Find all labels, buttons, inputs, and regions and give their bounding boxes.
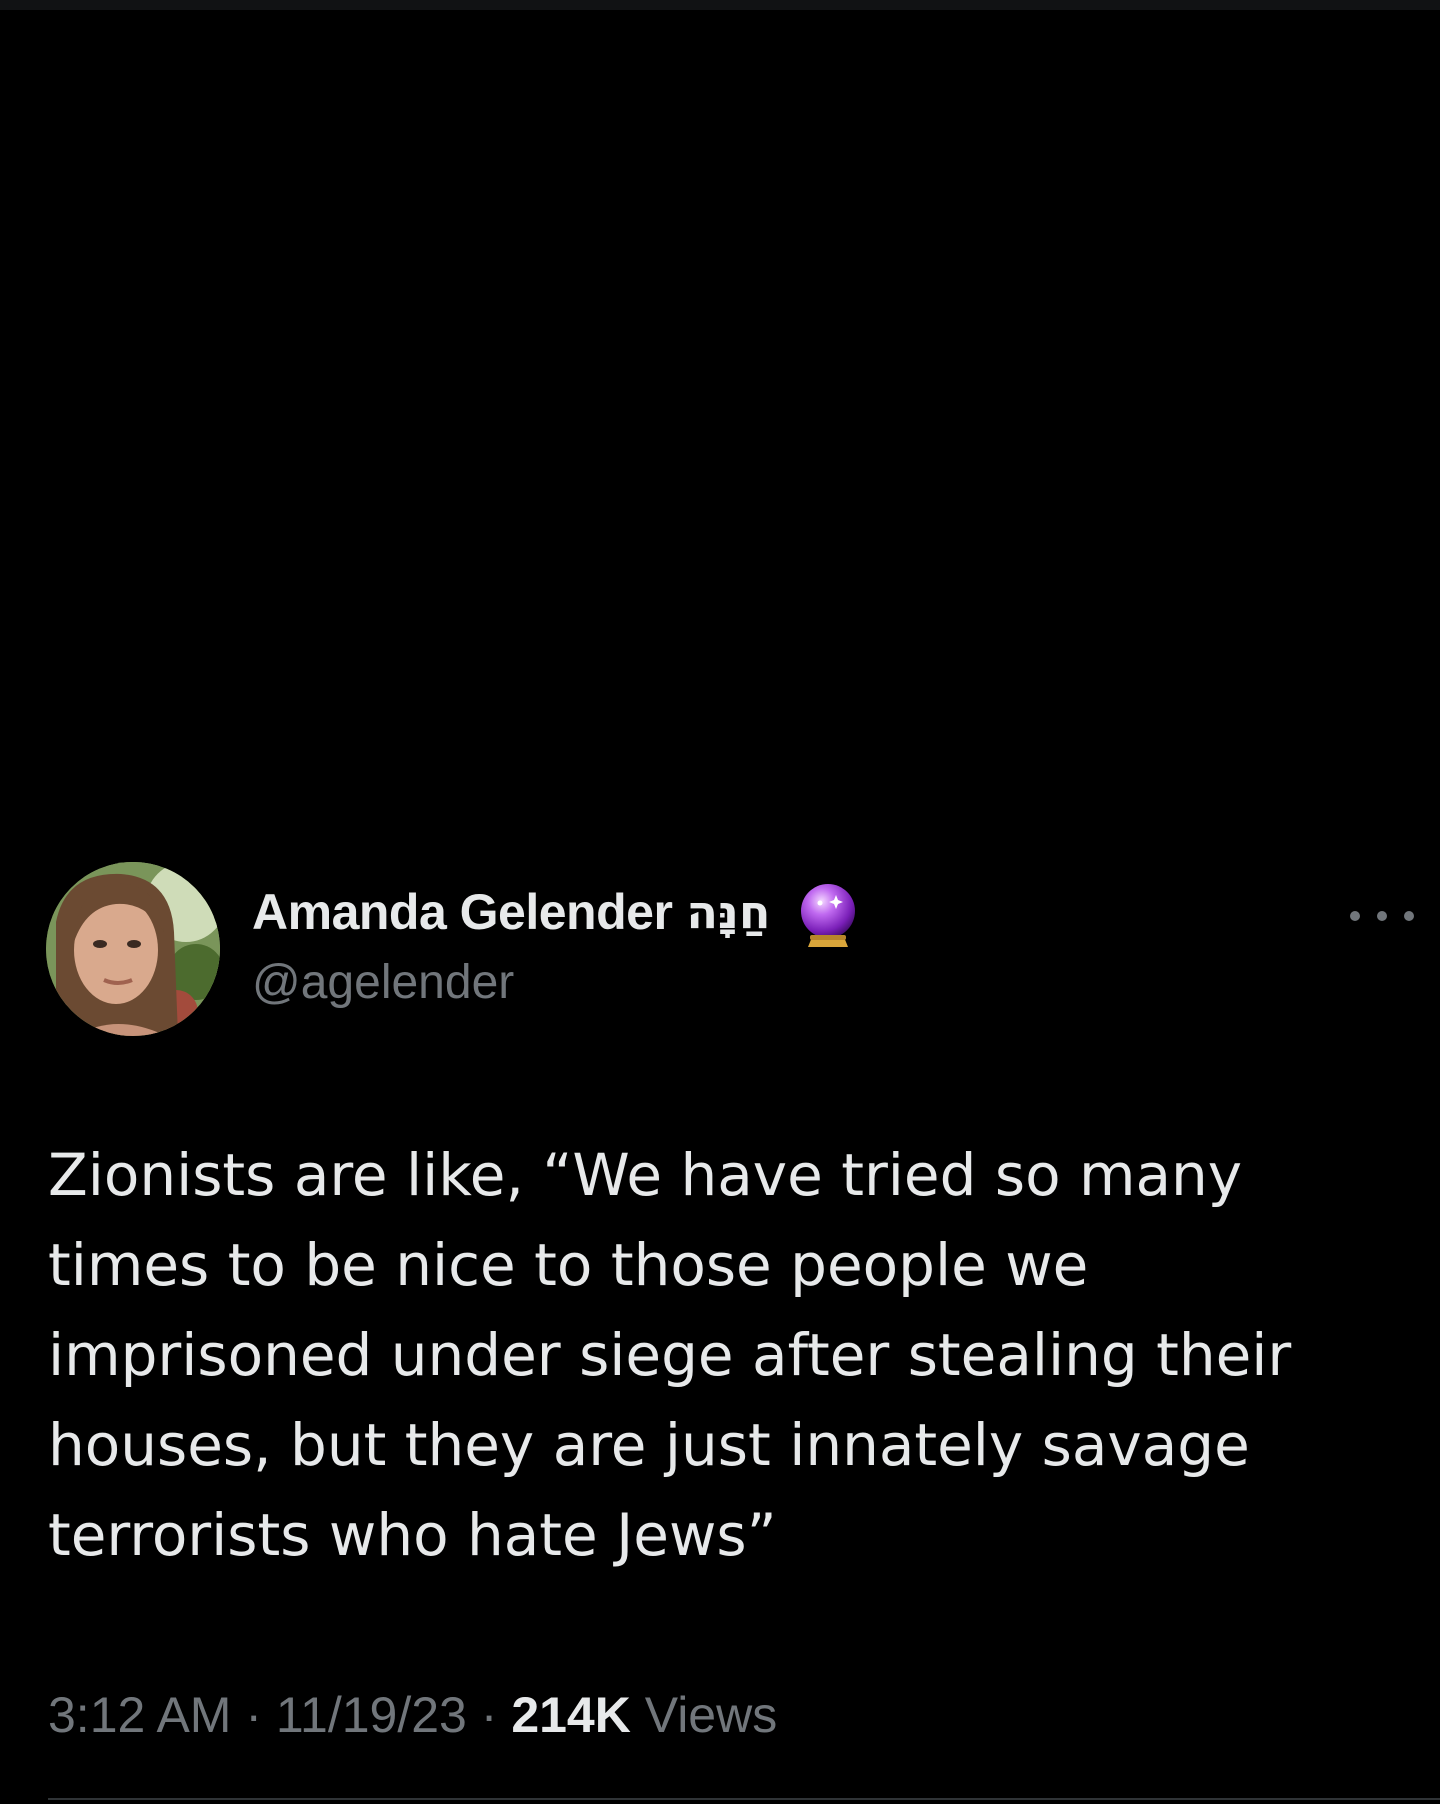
- tweet-detail: Amanda Gelender חַנָּה @agelender Zionis…: [0, 0, 1440, 1804]
- more-horizontal-icon: [1350, 911, 1360, 921]
- tweet-time[interactable]: 3:12 AM: [48, 1687, 231, 1743]
- tweet-date[interactable]: 11/19/23: [276, 1687, 467, 1743]
- more-horizontal-icon-dot-2: [1377, 911, 1387, 921]
- author-display-name[interactable]: Amanda Gelender: [252, 883, 673, 941]
- tweet-text: Zionists are like, “We have tried so man…: [48, 1130, 1348, 1580]
- crystal-ball-icon: [796, 881, 860, 951]
- author-handle[interactable]: @agelender: [252, 955, 514, 1010]
- avatar-image: [46, 862, 220, 1036]
- meta-separator: ·: [245, 1687, 263, 1743]
- tweet-text-line: houses, but they are just innately savag…: [48, 1411, 1250, 1479]
- avatar[interactable]: [46, 862, 220, 1036]
- tweet-text-line: imprisoned under siege after stealing th…: [48, 1321, 1292, 1389]
- meta-separator: ·: [480, 1687, 498, 1743]
- divider: [48, 1798, 1440, 1800]
- more-horizontal-icon-dot-3: [1404, 911, 1414, 921]
- author-name-row: Amanda Gelender חַנָּה: [252, 880, 860, 947]
- tweet-text-line: terrorists who hate Jews”: [48, 1501, 777, 1569]
- views-label: Views: [644, 1687, 778, 1743]
- tweet-text-line: times to be nice to those people we: [48, 1231, 1089, 1299]
- tweet-text-line: Zionists are like, “We have tried so man…: [48, 1141, 1243, 1209]
- more-options-button[interactable]: [1350, 896, 1414, 936]
- tweet-meta: 3:12 AM · 11/19/23 · 214K Views: [48, 1686, 777, 1744]
- views-count[interactable]: 214K: [511, 1687, 631, 1743]
- author-hebrew-name: חַנָּה: [686, 885, 771, 939]
